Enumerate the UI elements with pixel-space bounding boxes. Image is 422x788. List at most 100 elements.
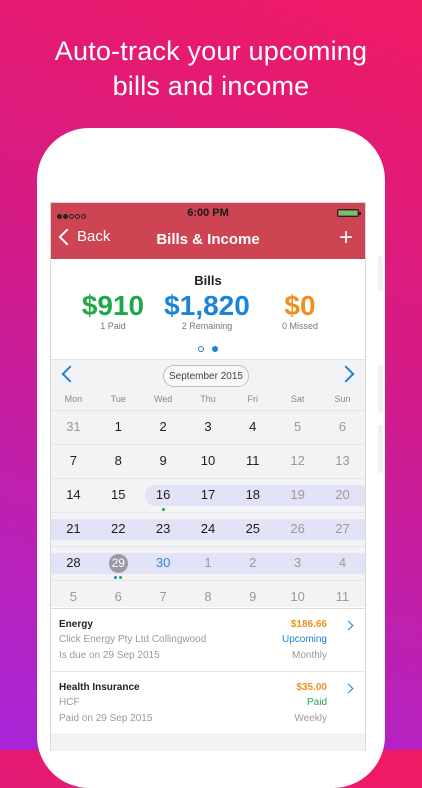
calendar-day[interactable]: 1 — [186, 547, 231, 580]
weekday-label: Thu — [200, 394, 216, 404]
list-footer — [51, 733, 365, 751]
calendar-day[interactable]: 11 — [230, 445, 275, 478]
battery-icon — [337, 209, 361, 217]
weekday-label: Fri — [247, 394, 259, 404]
weekday-label: Sun — [334, 394, 351, 404]
weekday-label: Tue — [110, 394, 126, 404]
status-time: 6:00 PM — [187, 207, 229, 219]
calendar-week: 7 8 9 10 11 12 13 — [51, 444, 365, 478]
calendar-day[interactable]: 25 — [230, 513, 275, 546]
bill-frequency: Monthly — [291, 650, 327, 661]
calendar-day-number: 29 — [108, 554, 128, 573]
weekday-label: Sat — [290, 394, 305, 404]
calendar-week: 31 1 2 3 4 5 6 — [51, 410, 365, 444]
calendar-day[interactable]: 22 — [96, 513, 141, 546]
calendar-day[interactable]: 30 — [141, 547, 186, 580]
calendar-day[interactable]: 26 — [275, 513, 320, 546]
calendar-day[interactable]: 28 — [51, 547, 96, 580]
bill-name: Health Insurance — [59, 682, 140, 693]
calendar-day[interactable]: 13 — [320, 445, 365, 478]
bill-status: Upcoming — [281, 634, 327, 645]
calendar-day-number: 16 — [155, 487, 171, 502]
calendar-day[interactable]: 23 — [141, 513, 186, 546]
calendar-day[interactable]: 3 — [186, 411, 231, 444]
bill-row[interactable]: Health Insurance HCF Paid on 29 Sep 2015… — [51, 672, 365, 735]
calendar-day[interactable]: 15 — [96, 479, 141, 512]
headline-line-1: Auto-track your upcoming — [54, 36, 368, 66]
chevron-right-icon — [343, 683, 354, 694]
bill-due-date: Is due on 29 Sep 2015 — [59, 650, 160, 661]
calendar-day[interactable]: 5 — [275, 411, 320, 444]
weekday-header: Mon Tue Wed Thu Fri Sat Sun — [51, 394, 365, 410]
app-screen: 6:00 PM Back Bills & Income + Bills $910… — [50, 202, 366, 751]
calendar-day[interactable]: 6 — [320, 411, 365, 444]
chevron-right-icon — [343, 620, 354, 631]
calendar-day[interactable]: 7 — [51, 445, 96, 478]
previous-month-chevron-icon[interactable] — [61, 365, 79, 383]
calendar-day[interactable]: 4 — [320, 547, 365, 580]
calendar-day[interactable]: 31 — [51, 411, 96, 444]
calendar-day[interactable]: 1 — [96, 411, 141, 444]
calendar-day[interactable]: 2 — [141, 411, 186, 444]
remaining-total: $1,820 2 Remaining — [149, 289, 265, 331]
bills-list: Energy Click Energy Pty Ltd Collingwood … — [51, 608, 365, 735]
plus-icon[interactable]: + — [339, 226, 353, 250]
phone-side-button — [378, 256, 383, 291]
paid-label: 1 Paid — [100, 321, 126, 331]
weekday-label: Mon — [64, 394, 83, 404]
calendar-day[interactable]: 2 — [230, 547, 275, 580]
phone-side-button — [378, 425, 383, 473]
calendar-day[interactable]: 4 — [230, 411, 275, 444]
weekday-label: Wed — [153, 394, 173, 404]
remaining-amount: $1,820 — [164, 290, 250, 321]
headline: Auto-track your upcoming bills and incom… — [0, 34, 422, 104]
page-dot — [198, 346, 204, 352]
missed-label: 0 Missed — [281, 321, 318, 331]
missed-amount: $0 — [284, 290, 316, 321]
calendar-day[interactable]: 18 — [230, 479, 275, 512]
headline-line-2: bills and income — [112, 71, 310, 101]
month-selector[interactable]: September 2015 — [163, 365, 249, 387]
page-dot-active — [212, 346, 218, 352]
bill-status: Paid — [306, 697, 327, 708]
calendar-day[interactable]: 12 — [275, 445, 320, 478]
calendar-day[interactable]: 20 — [320, 479, 365, 512]
calendar-day[interactable]: 3 — [275, 547, 320, 580]
next-month-chevron-icon[interactable] — [337, 365, 355, 383]
navigation-bar: 6:00 PM Back Bills & Income + — [51, 203, 365, 259]
phone-side-button — [378, 365, 383, 413]
bill-frequency: Weekly — [294, 713, 327, 724]
missed-total: $0 0 Missed — [265, 289, 335, 331]
paid-amount: $910 — [81, 290, 145, 321]
status-bar: 6:00 PM — [51, 205, 365, 221]
calendar-day[interactable]: 10 — [186, 445, 231, 478]
calendar-day[interactable]: 19 — [275, 479, 320, 512]
summary-title: Bills — [194, 273, 222, 288]
calendar: September 2015 Mon Tue Wed Thu Fri Sat S… — [51, 360, 365, 607]
bill-company: HCF — [59, 697, 80, 708]
bill-name: Energy — [59, 619, 93, 630]
calendar-grid: 31 1 2 3 4 5 6 7 8 9 10 11 12 13 14 15 1… — [51, 410, 365, 614]
calendar-day[interactable]: 8 — [96, 445, 141, 478]
calendar-day-today[interactable]: 29 — [96, 547, 141, 580]
calendar-day[interactable]: 9 — [141, 445, 186, 478]
paid-total: $910 1 Paid — [65, 289, 161, 331]
bill-marker — [141, 505, 186, 511]
bill-row[interactable]: Energy Click Energy Pty Ltd Collingwood … — [51, 609, 365, 672]
calendar-week: 21 22 23 24 25 26 27 — [51, 512, 365, 546]
bill-marker — [96, 573, 141, 579]
page-indicator[interactable] — [51, 339, 365, 357]
calendar-day[interactable]: 21 — [51, 513, 96, 546]
bill-company: Click Energy Pty Ltd Collingwood — [59, 634, 207, 645]
calendar-week: 14 15 16 17 18 19 20 — [51, 478, 365, 512]
calendar-day[interactable]: 17 — [186, 479, 231, 512]
calendar-week: 28 29 30 1 2 3 4 — [51, 546, 365, 580]
calendar-day[interactable]: 27 — [320, 513, 365, 546]
calendar-day[interactable]: 16 — [141, 479, 186, 512]
calendar-day[interactable]: 24 — [186, 513, 231, 546]
bill-amount: $186.66 — [290, 619, 327, 630]
bills-summary[interactable]: Bills $910 1 Paid $1,820 2 Remaining $0 … — [51, 259, 365, 360]
calendar-day[interactable]: 14 — [51, 479, 96, 512]
calendar-header: September 2015 — [51, 360, 365, 394]
page-title: Bills & Income — [156, 231, 260, 248]
